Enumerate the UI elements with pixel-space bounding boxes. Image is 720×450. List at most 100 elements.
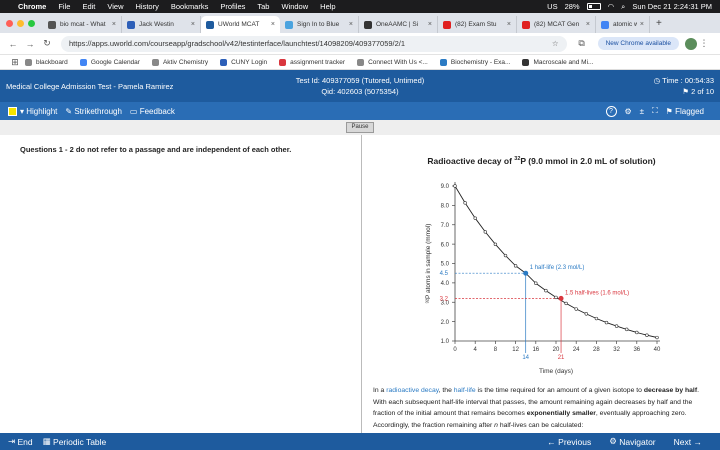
zoom-window-button[interactable] (28, 20, 35, 27)
extensions-icon[interactable]: ⧉ (575, 38, 589, 49)
chevron-down-icon[interactable]: ▾ (20, 107, 24, 116)
close-tab-icon[interactable]: × (112, 21, 116, 28)
close-tab-icon[interactable]: × (271, 21, 275, 28)
previous-button[interactable]: ← Previous (547, 437, 591, 447)
menu-bookmarks[interactable]: Bookmarks (171, 2, 209, 11)
marker-y-label: 4.5 (440, 271, 449, 277)
marker-annotation: 1.5 half-lives (1.6 mol/L) (565, 290, 629, 296)
menu-profiles[interactable]: Profiles (220, 2, 245, 11)
marker-point (558, 295, 564, 301)
menu-tab[interactable]: Tab (257, 2, 269, 11)
forward-arrow-icon[interactable]: → (23, 39, 37, 49)
wifi-icon[interactable]: ◠ (608, 2, 615, 11)
test-header: Medical College Admission Test - Pamela … (0, 70, 720, 102)
navigator-button[interactable]: ⚙ Navigator (609, 436, 655, 447)
y-tick-label: 2.0 (441, 320, 450, 326)
reload-icon[interactable]: ↻ (40, 38, 54, 49)
pause-button[interactable]: Pause (346, 122, 374, 133)
close-tab-icon[interactable]: × (640, 21, 644, 28)
search-icon[interactable]: ⌕ (621, 2, 625, 12)
x-tick-label: 12 (512, 347, 519, 353)
navigator-label: Navigator (619, 436, 656, 447)
half-life-link[interactable]: half-life (454, 387, 476, 394)
minimize-window-button[interactable] (17, 20, 24, 27)
close-window-button[interactable] (6, 20, 13, 27)
battery-icon[interactable] (586, 3, 601, 10)
marker-x-label: 21 (558, 355, 565, 361)
menu-app-name[interactable]: Chrome (18, 2, 46, 11)
data-point (655, 335, 659, 340)
strikethrough-button[interactable]: ✎ Strikethrough (65, 107, 122, 116)
close-tab-icon[interactable]: × (349, 21, 353, 28)
browser-tab[interactable]: OneAAMC | Si × (359, 16, 438, 33)
radioactive-decay-link[interactable]: radioactive decay (386, 387, 438, 394)
bookmark-item[interactable]: Biochemistry - Exa... (439, 58, 510, 66)
end-button[interactable]: ⇥ End (8, 436, 33, 447)
url-input[interactable]: https://apps.uworld.com/courseapp/gradsc… (61, 35, 567, 52)
menu-view[interactable]: View (107, 2, 123, 11)
y-tick-label: 6.0 (441, 242, 450, 248)
flag-button[interactable]: ⚑ Flagged (666, 107, 704, 116)
close-tab-icon[interactable]: × (586, 21, 590, 28)
close-tab-icon[interactable]: × (507, 21, 511, 28)
browser-tab[interactable]: atomic weight × (596, 16, 650, 33)
profile-avatar[interactable] (685, 37, 697, 50)
question-progress: 2 of 10 (691, 87, 714, 96)
clock[interactable]: Sun Dec 21 2:24:31 PM (632, 2, 712, 11)
highlight-color-swatch[interactable] (8, 106, 17, 116)
bookmark-item[interactable]: Macroscale and Mi... (522, 58, 593, 66)
fullscreen-icon[interactable]: ⛶ (652, 106, 658, 116)
bookmark-item[interactable]: CUNY Login (220, 58, 267, 66)
kebab-menu-icon[interactable]: ⋮ (697, 38, 711, 49)
tab-favicon-icon (443, 20, 451, 29)
lang-indicator[interactable]: US (547, 2, 557, 11)
bookmark-item[interactable]: Google Calendar (79, 58, 140, 66)
menu-help[interactable]: Help (320, 2, 335, 11)
data-point (453, 184, 457, 188)
x-tick-label: 8 (494, 347, 498, 353)
apps-grid-icon[interactable]: ⊞ (8, 57, 22, 68)
browser-tab[interactable]: bio mcat - What × (43, 16, 122, 33)
browser-tab-active[interactable]: UWorld MCAT × (201, 16, 280, 33)
end-label: End (17, 436, 33, 447)
close-tab-icon[interactable]: × (428, 21, 432, 28)
feedback-button[interactable]: ▭ Feedback (130, 107, 175, 116)
tab-favicon-icon (206, 20, 214, 29)
periodic-table-button[interactable]: ▦ Periodic Table (43, 436, 107, 447)
new-tab-plus-icon[interactable]: + (656, 18, 662, 29)
previous-label: Previous (558, 436, 592, 447)
next-label: Next (673, 436, 692, 447)
browser-tab[interactable]: (82) Exam Stu × (438, 16, 517, 33)
highlight-button[interactable]: ▾ Highlight (8, 106, 57, 116)
bookmark-item[interactable]: Connect With Us <... (357, 58, 428, 66)
test-toolbar: ▾ Highlight ✎ Strikethrough ▭ Feedback ?… (0, 102, 720, 120)
explanation-bold: exponentially smaller (526, 410, 596, 418)
close-tab-icon[interactable]: × (191, 21, 195, 28)
next-button[interactable]: Next → (674, 437, 702, 447)
new-chrome-available-button[interactable]: New Chrome available (597, 37, 679, 50)
browser-tab[interactable]: (82) MCAT Gen × (517, 16, 596, 33)
back-arrow-icon[interactable]: ← (6, 39, 20, 49)
menu-window[interactable]: Window (281, 2, 308, 11)
url-text: https://apps.uworld.com/courseapp/gradsc… (69, 39, 406, 48)
bookmark-item[interactable]: Aktiv Chemistry (151, 58, 208, 66)
bookmark-star-icon[interactable]: ☆ (552, 39, 559, 48)
bookmark-item[interactable]: assignment tracker (279, 58, 345, 66)
gear-icon[interactable]: ⚙ (625, 107, 632, 116)
menu-edit[interactable]: Edit (82, 2, 95, 11)
explanation-run: half-lives can be calculated: (497, 421, 584, 429)
arrow-left-icon: ← (547, 436, 556, 447)
browser-tab[interactable]: Sign In to Blue × (280, 16, 359, 33)
chart-title-pre: Radioactive decay of (427, 156, 515, 166)
menu-file[interactable]: File (58, 2, 70, 11)
explanation-text: In a radioactive decay, the half-life is… (373, 385, 713, 431)
battery-percent: 28% (564, 2, 580, 11)
bookmark-item[interactable]: blackboard (25, 58, 68, 66)
menu-history[interactable]: History (136, 2, 159, 11)
x-tick-label: 20 (553, 347, 560, 353)
browser-tab[interactable]: Jack Westin × (122, 16, 201, 33)
flagged-label: Flagged (675, 106, 704, 116)
calculator-icon[interactable]: ± (640, 107, 644, 116)
data-point (534, 281, 538, 285)
help-icon[interactable]: ? (605, 105, 617, 117)
